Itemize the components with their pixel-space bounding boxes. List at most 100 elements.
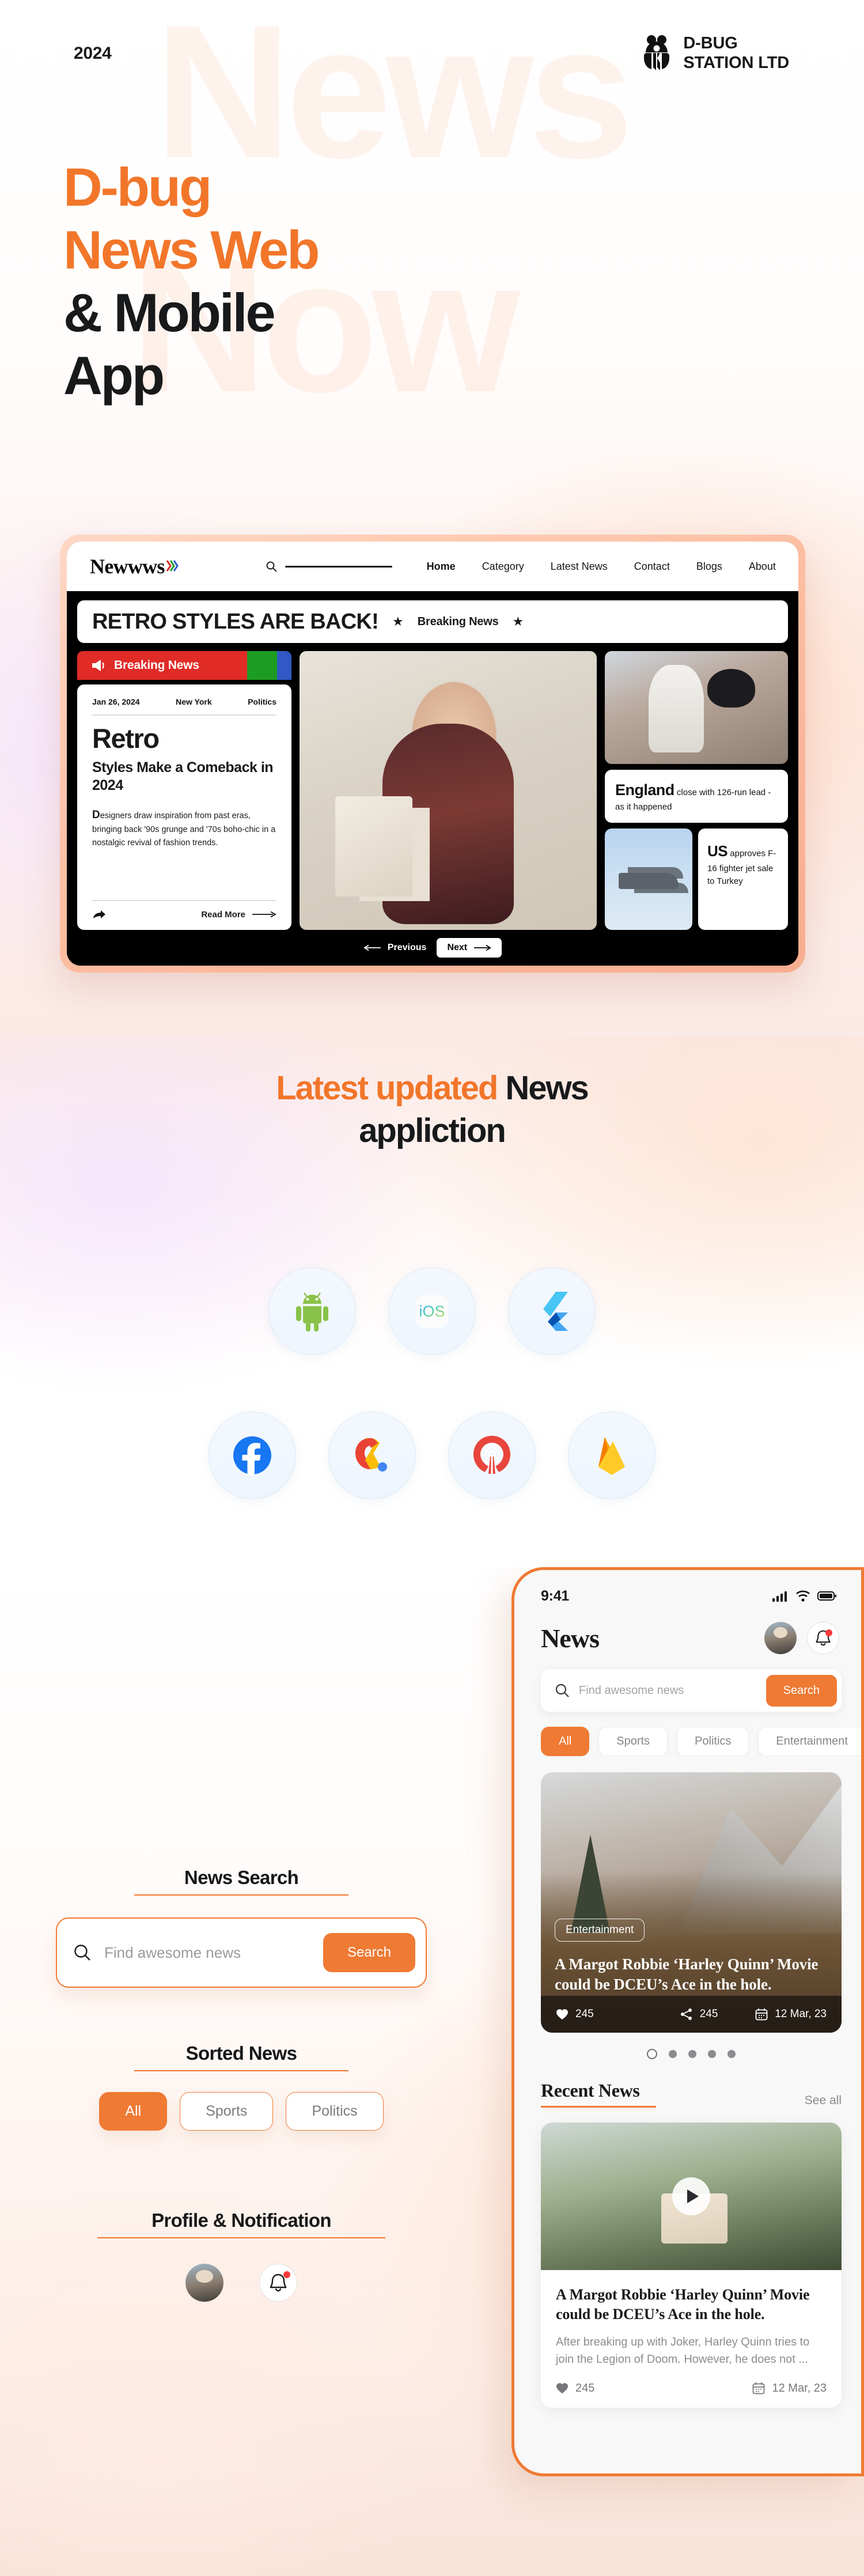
- platform-admob[interactable]: [328, 1412, 416, 1499]
- cellular-signal-icon: [772, 1591, 787, 1602]
- featured-shares-count: 245: [699, 2008, 718, 2020]
- article-footer: Read More: [92, 900, 276, 920]
- phone-featured-card[interactable]: Entertainment A Margot Robbie ‘Harley Qu…: [541, 1772, 842, 2033]
- carousel-pager: Previous Next: [77, 930, 788, 966]
- admob-icon: [355, 1438, 387, 1472]
- nav-link-home[interactable]: Home: [427, 561, 456, 573]
- nav-link-latest-news[interactable]: Latest News: [551, 561, 608, 573]
- share-arrow-icon[interactable]: [92, 909, 106, 920]
- featured-likes[interactable]: 245: [556, 2008, 594, 2021]
- platform-flutter[interactable]: [508, 1268, 596, 1355]
- recent-card-image: [541, 2123, 842, 2270]
- recent-likes[interactable]: 245: [556, 2382, 594, 2395]
- featured-article-card[interactable]: Jan 26, 2024 New York Politics Retro Sty…: [77, 684, 291, 930]
- browser-search[interactable]: [266, 561, 392, 572]
- phone-header-actions: [764, 1622, 839, 1654]
- featured-date-text: 12 Mar, 23: [775, 2008, 827, 2020]
- platforms-title-dark: News: [497, 1069, 589, 1107]
- news-search-demo[interactable]: Find awesome news Search: [56, 1917, 427, 1988]
- see-all-link[interactable]: See all: [805, 2094, 842, 2108]
- wifi-icon: [796, 1590, 810, 1602]
- feature-sorted-news: Sorted News All Sports Politics: [55, 2042, 427, 2131]
- platform-ios[interactable]: iOS: [388, 1268, 476, 1355]
- play-icon[interactable]: [672, 2177, 710, 2215]
- notification-dot: [825, 1629, 832, 1636]
- read-more-link[interactable]: Read More: [201, 910, 276, 920]
- notification-dot: [283, 2271, 290, 2278]
- star-icon-right: ★: [512, 614, 524, 629]
- phone-search-input[interactable]: Find awesome news: [579, 1684, 757, 1697]
- news-grid: Breaking News Jan 26, 2024 New York Poli…: [77, 643, 788, 930]
- divider: [92, 714, 276, 716]
- phone-chip-all[interactable]: All: [541, 1727, 590, 1756]
- breaking-strip-red: Breaking News: [77, 651, 247, 680]
- breaking-strip-label: Breaking News: [114, 659, 199, 672]
- phone-search-button[interactable]: Search: [766, 1674, 837, 1707]
- phone-chip-politics[interactable]: Politics: [677, 1727, 749, 1756]
- next-button[interactable]: Next: [437, 938, 502, 958]
- sorted-news-chips: All Sports Politics: [55, 2092, 427, 2131]
- phone-chip-sports[interactable]: Sports: [598, 1727, 668, 1756]
- search-icon: [555, 1684, 569, 1697]
- browser-nav-links: Home Category Latest News Contact Blogs …: [427, 561, 776, 573]
- broadcast-icon: [473, 1436, 510, 1474]
- megaphone-icon: [92, 660, 104, 671]
- search-icon: [74, 1945, 90, 1961]
- recent-card-description: After breaking up with Joker, Harley Qui…: [556, 2335, 810, 2366]
- chip-all[interactable]: All: [99, 2092, 168, 2131]
- notification-bell-button[interactable]: [807, 1622, 839, 1654]
- heart-icon: [556, 2009, 568, 2019]
- platform-broadcast[interactable]: [448, 1412, 536, 1499]
- title-line-1: D-bug: [63, 157, 212, 217]
- nav-link-contact[interactable]: Contact: [634, 561, 670, 573]
- platforms-title-orange: Latest updated: [276, 1069, 498, 1107]
- carousel-dot[interactable]: [727, 2050, 736, 2058]
- phone-search-bar[interactable]: Find awesome news Search: [541, 1669, 842, 1712]
- previous-button[interactable]: Previous: [363, 943, 427, 953]
- title-line-3: & Mobile: [63, 282, 276, 343]
- platforms-title-line2: appliction: [359, 1112, 506, 1150]
- underline: [97, 2237, 385, 2238]
- news-search-button[interactable]: Search: [323, 1933, 415, 1972]
- side-article-england[interactable]: England close with 126-run lead - as it …: [605, 770, 788, 823]
- platform-firebase[interactable]: [568, 1412, 655, 1499]
- carousel-dot[interactable]: [688, 2050, 696, 2058]
- watermark-news: News: [154, 0, 634, 198]
- news-main-column: Breaking News Jan 26, 2024 New York Poli…: [77, 651, 291, 930]
- carousel-dot[interactable]: [708, 2050, 716, 2058]
- platform-android[interactable]: [268, 1268, 356, 1355]
- featured-likes-count: 245: [575, 2008, 594, 2020]
- featured-shares[interactable]: 245: [680, 2008, 718, 2021]
- nav-link-category[interactable]: Category: [482, 561, 524, 573]
- flutter-icon: [543, 1292, 568, 1331]
- chip-sports[interactable]: Sports: [180, 2092, 274, 2131]
- news-search-input[interactable]: Find awesome news: [104, 1944, 310, 1962]
- platform-icons-row-1: iOS: [0, 1268, 864, 1355]
- notification-bell-button[interactable]: [259, 2264, 297, 2302]
- site-logo[interactable]: Newwws: [90, 554, 180, 578]
- chip-politics[interactable]: Politics: [286, 2092, 384, 2131]
- arrow-left-icon: [363, 944, 381, 951]
- recent-news-card[interactable]: A Margot Robbie ‘Harley Quinn’ Movie cou…: [541, 2123, 842, 2408]
- article-kicker: Retro: [92, 723, 160, 754]
- photo-fighter-jet: [605, 828, 692, 930]
- carousel-dot[interactable]: [669, 2050, 677, 2058]
- title-line-2: News Web: [63, 220, 320, 281]
- recent-date-text: 12 Mar, 23: [772, 2381, 827, 2395]
- phone-app-header: News: [514, 1613, 861, 1654]
- avatar-icon[interactable]: [764, 1622, 797, 1654]
- side-article-us[interactable]: US approves F-16 fighter jet sale to Tur…: [698, 828, 788, 930]
- search-input-rule[interactable]: [285, 565, 392, 568]
- next-label: Next: [447, 943, 468, 952]
- read-more-label: Read More: [201, 909, 245, 920]
- feature-news-search-title: News Search: [184, 1867, 299, 1888]
- nav-link-blogs[interactable]: Blogs: [696, 561, 722, 573]
- avatar-icon[interactable]: [185, 2264, 223, 2302]
- ios-icon: iOS: [416, 1295, 448, 1327]
- phone-category-chips: All Sports Politics Entertainment: [541, 1727, 861, 1756]
- phone-chip-entertainment[interactable]: Entertainment: [758, 1727, 861, 1756]
- carousel-dot-active[interactable]: [647, 2049, 657, 2059]
- platform-facebook[interactable]: [209, 1412, 296, 1499]
- previous-label: Previous: [387, 943, 427, 952]
- nav-link-about[interactable]: About: [749, 561, 776, 573]
